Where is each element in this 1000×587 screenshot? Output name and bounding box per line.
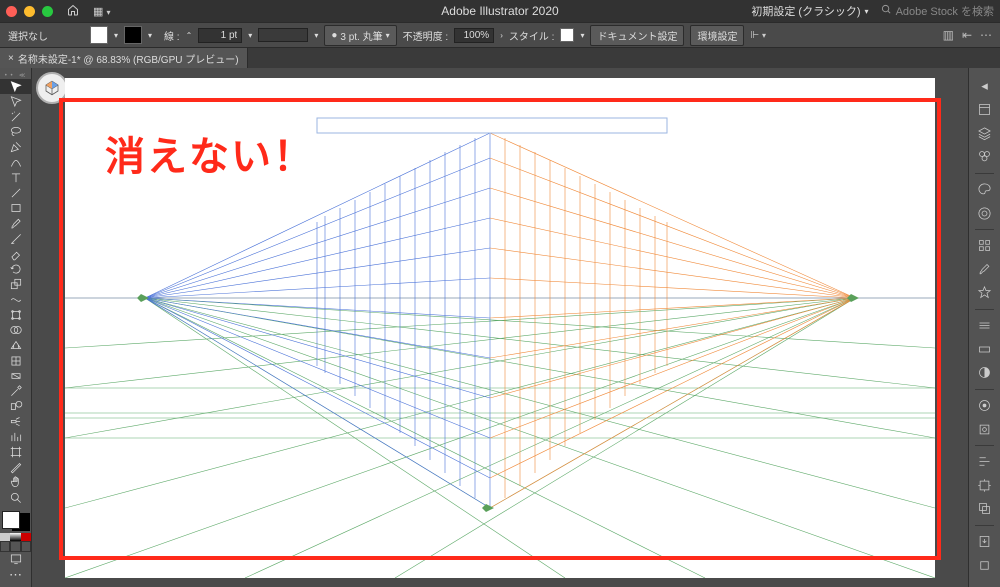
tab-close-icon[interactable]: ×	[8, 53, 14, 64]
app-title: Adobe Illustrator 2020	[441, 4, 558, 18]
rectangle-tool[interactable]	[0, 201, 32, 216]
symbols-icon[interactable]	[969, 281, 1000, 305]
workspace-label: 初期設定 (クラシック)	[751, 3, 860, 19]
annotation-text: 消えない！	[105, 124, 315, 182]
brushes-icon[interactable]	[969, 257, 1000, 281]
zoom-tool[interactable]	[0, 490, 32, 505]
eraser-tool[interactable]	[0, 246, 32, 261]
arrange-documents-icon[interactable]: ▦ ▾	[93, 5, 110, 18]
fill-stroke-control[interactable]	[2, 511, 30, 530]
gradient-tool[interactable]	[0, 368, 32, 383]
align-icon[interactable]	[969, 450, 1000, 474]
pathfinder-icon[interactable]	[969, 497, 1000, 521]
curvature-tool[interactable]	[0, 155, 32, 170]
gradient-icon[interactable]	[969, 337, 1000, 361]
more-icon[interactable]: ⋯	[980, 28, 992, 42]
options-bar: 選択なし ▾ ▾ 線 : ⌃ ▾ ▾ ● 3 pt. 丸筆 ▾ 不透明度 : ›…	[0, 22, 1000, 48]
minimize-window-button[interactable]	[24, 6, 35, 17]
color-icon[interactable]	[969, 178, 1000, 202]
stroke-weight-input[interactable]	[198, 28, 242, 43]
search-icon	[881, 4, 892, 18]
canvas[interactable]: 消えない！	[32, 68, 968, 587]
appearance-icon[interactable]	[969, 394, 1000, 418]
type-tool[interactable]	[0, 170, 32, 185]
align-popup-icon[interactable]: ⊩ ▾	[750, 30, 766, 41]
lasso-tool[interactable]	[0, 125, 32, 140]
stroke-label: 線 :	[164, 28, 180, 43]
brush-select[interactable]: ● 3 pt. 丸筆 ▾	[324, 25, 396, 46]
fill-color-box[interactable]	[2, 511, 20, 529]
transparency-icon[interactable]	[969, 361, 1000, 385]
titlebar: ▦ ▾ Adobe Illustrator 2020 初期設定 (クラシック)▾…	[0, 0, 1000, 22]
opacity-chevron-icon[interactable]: ›	[500, 31, 503, 40]
edit-toolbar-button[interactable]: ⋯	[0, 567, 32, 583]
screen-mode-button[interactable]	[0, 552, 32, 567]
document-tab[interactable]: × 名称未設定-1* @ 68.83% (RGB/GPU プレビュー)	[0, 48, 248, 68]
rotate-tool[interactable]	[0, 262, 32, 277]
opacity-label: 不透明度 :	[403, 28, 449, 43]
symbol-sprayer-tool[interactable]	[0, 414, 32, 429]
artboard-tool[interactable]	[0, 444, 32, 459]
color-mode-row[interactable]	[0, 533, 31, 541]
graph-tool[interactable]	[0, 429, 32, 444]
line-tool[interactable]	[0, 186, 32, 201]
artboards-icon[interactable]	[969, 553, 1000, 577]
draw-mode-bar[interactable]	[0, 541, 31, 552]
shape-builder-tool[interactable]	[0, 323, 32, 338]
transform-icon[interactable]	[969, 474, 1000, 498]
mesh-tool[interactable]	[0, 353, 32, 368]
doc-setup-button[interactable]: ドキュメント設定	[590, 25, 684, 46]
artboard[interactable]: 消えない！	[65, 78, 935, 578]
perspective-widget[interactable]	[36, 72, 68, 104]
right-panel-strip: ◂	[968, 68, 1000, 587]
expand-panels-icon[interactable]: ◂	[969, 74, 1000, 98]
magic-wand-tool[interactable]	[0, 109, 32, 124]
properties-icon[interactable]	[969, 98, 1000, 122]
slice-tool[interactable]	[0, 459, 32, 474]
tab-label: 名称未設定-1* @ 68.83% (RGB/GPU プレビュー)	[18, 51, 239, 66]
width-tool[interactable]	[0, 292, 32, 307]
paintbrush-tool[interactable]	[0, 216, 32, 231]
color-guide-icon[interactable]	[969, 201, 1000, 225]
blend-tool[interactable]	[0, 399, 32, 414]
stroke-link-icon[interactable]: ⌃	[186, 31, 193, 40]
selection-tool[interactable]	[0, 79, 32, 94]
varwidth-profile[interactable]	[258, 28, 308, 42]
pen-tool[interactable]	[0, 140, 32, 155]
graph-setting-icon[interactable]: ▥	[943, 28, 954, 42]
stroke-swatch[interactable]	[124, 26, 142, 44]
hand-tool[interactable]	[0, 475, 32, 490]
pin-icon[interactable]: ⇤	[962, 28, 972, 42]
direct-selection-tool[interactable]	[0, 94, 32, 109]
eyedropper-tool[interactable]	[0, 383, 32, 398]
free-transform-tool[interactable]	[0, 307, 32, 322]
close-window-button[interactable]	[6, 6, 17, 17]
asset-export-icon[interactable]	[969, 530, 1000, 554]
maximize-window-button[interactable]	[42, 6, 53, 17]
swatches-icon[interactable]	[969, 234, 1000, 258]
search-placeholder: Adobe Stock を検索	[896, 3, 994, 19]
libraries-icon[interactable]	[969, 145, 1000, 169]
fill-swatch[interactable]	[90, 26, 108, 44]
layers-icon[interactable]	[969, 121, 1000, 145]
window-controls	[6, 6, 53, 17]
perspective-grid-tool[interactable]	[0, 338, 32, 353]
stroke-icon[interactable]	[969, 314, 1000, 338]
toolbox-drag-handle[interactable]: • • ≪	[0, 72, 31, 79]
workspace-switcher[interactable]: 初期設定 (クラシック)▾	[751, 3, 868, 19]
document-tab-strip: × 名称未設定-1* @ 68.83% (RGB/GPU プレビュー)	[0, 48, 1000, 68]
opacity-input[interactable]	[454, 28, 494, 43]
main-area: • • ≪	[0, 68, 1000, 587]
stock-search[interactable]: Adobe Stock を検索	[881, 3, 994, 19]
shaper-tool[interactable]	[0, 231, 32, 246]
selection-info: 選択なし	[8, 28, 48, 43]
scale-tool[interactable]	[0, 277, 32, 292]
style-label: スタイル :	[509, 28, 555, 43]
prefs-button[interactable]: 環境設定	[690, 25, 744, 46]
home-icon[interactable]	[67, 4, 79, 19]
graphic-styles-icon[interactable]	[969, 417, 1000, 441]
toolbox: • • ≪	[0, 68, 32, 587]
style-swatch[interactable]	[560, 28, 574, 42]
